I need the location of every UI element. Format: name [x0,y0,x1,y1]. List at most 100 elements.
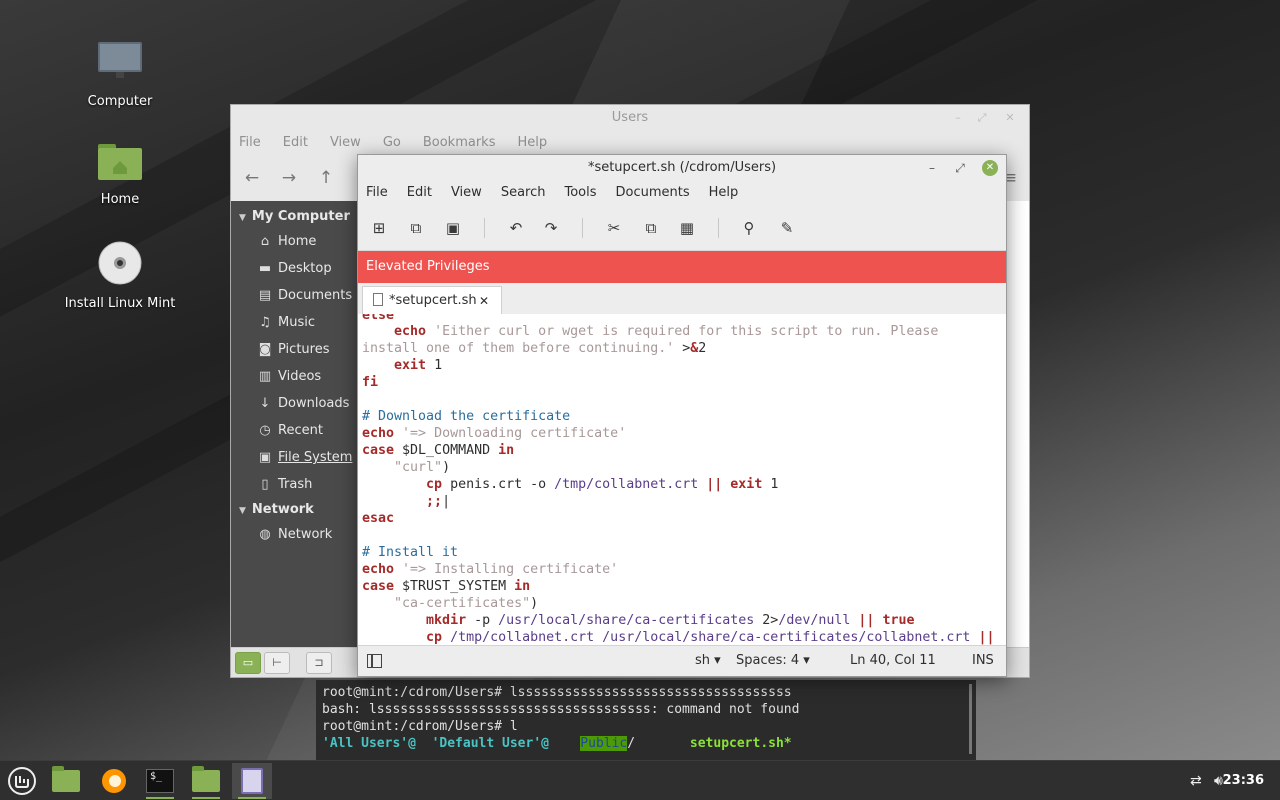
places-toggle-button[interactable]: ▭ [235,652,261,674]
terminal-line: root@mint:/cdrom/Users# lsssssssssssssss… [322,685,792,700]
listing-setupcert: setupcert.sh* [689,736,792,751]
redo-icon[interactable]: ↷ [540,217,562,239]
taskbar: $_ ⇄ 🔊︎ 23:36 [0,760,1280,800]
listing-default-user: 'Default User'@ [431,736,549,751]
terminal-listing: 'All Users'@ 'Default User'@ Public/ set… [322,736,792,751]
tab-close-icon[interactable]: ✕ [479,287,489,315]
code-line: esac [362,511,395,526]
sidebar-item-network[interactable]: ◍ Network [231,521,357,548]
terminal-scrollbar[interactable] [969,684,972,754]
desktop-icon-computer[interactable]: Computer [50,40,190,109]
cut-icon[interactable]: ✂ [603,217,625,239]
close-icon[interactable]: ✕ [1003,111,1017,125]
expand-triangle-icon: ▼ [239,213,246,223]
tab-setupcert[interactable]: *setupcert.sh ✕ [362,286,502,315]
insert-mode[interactable]: INS [972,646,994,676]
code-line: case $DL_COMMAND in [362,443,515,458]
globe-icon: ◍ [259,527,271,542]
sidebar-item-documents[interactable]: ▤ Documents [231,282,357,309]
menu-go[interactable]: Go [383,131,401,155]
sidebar-item-file-system[interactable]: ▣ File System [231,444,357,471]
desktop-icon-home[interactable]: Home [50,142,190,207]
menu-documents[interactable]: Documents [616,181,690,205]
network-icon[interactable]: ⇄ [1190,761,1202,800]
menu-help[interactable]: Help [517,131,547,155]
taskbar-show-desktop[interactable] [46,763,86,799]
taskbar-firefox[interactable] [94,763,134,799]
menu-file[interactable]: File [366,181,388,205]
close-icon[interactable]: ✕ [982,160,998,176]
trash-icon: ▯ [261,477,269,492]
disc-icon [98,241,142,285]
minimize-icon[interactable]: – [924,160,940,176]
up-arrow-icon[interactable]: ↑ [315,167,337,189]
firefox-icon [102,768,126,793]
sidebar-item-music[interactable]: ♫ Music [231,309,357,336]
sidebar-item-trash[interactable]: ▯ Trash [231,471,357,498]
code-line: ;;| [426,494,451,509]
language-selector[interactable]: sh ▾ [695,646,721,676]
taskbar-file-manager[interactable] [186,763,226,799]
search-icon[interactable]: ⚲ [738,217,760,239]
code-line: # Install it [362,545,459,560]
save-icon[interactable]: ▣ [442,217,464,239]
menu-edit[interactable]: Edit [407,181,432,205]
taskbar-text-editor[interactable] [232,763,272,799]
editor-menubar: File Edit View Search Tools Documents He… [358,181,1006,205]
desktop-folder-icon: ▬ [258,261,272,276]
undo-icon[interactable]: ↶ [505,217,527,239]
menu-tools[interactable]: Tools [564,181,596,205]
open-document-icon[interactable]: ⧉ [405,217,427,239]
tree-toggle-button[interactable]: ⊢ [264,652,290,674]
menu-search[interactable]: Search [501,181,546,205]
new-document-icon[interactable]: ⊞ [368,217,390,239]
menu-file[interactable]: File [239,131,261,155]
desktop-icon [52,765,80,792]
file-manager-titlebar[interactable]: Users – ⤢ ✕ [231,105,1029,131]
terminal-window[interactable]: root@mint:/cdrom/Users# lsssssssssssssss… [316,680,976,760]
hide-sidebar-button[interactable]: ⊐ [306,652,332,674]
volume-icon[interactable]: 🔊︎ [1214,761,1223,800]
menu-bookmarks[interactable]: Bookmarks [423,131,496,155]
minimize-icon[interactable]: – [951,111,965,125]
side-panel-icon[interactable] [367,654,382,668]
clock[interactable]: 23:36 [1223,761,1264,800]
paste-icon[interactable]: ▦ [676,217,698,239]
taskbar-terminal[interactable]: $_ [140,763,180,799]
menu-view[interactable]: View [451,181,482,205]
monitor-icon [98,42,142,81]
sidebar-item-home[interactable]: ⌂ Home [231,228,357,255]
sidebar-item-pictures[interactable]: ◙ Pictures [231,336,357,363]
menu-button[interactable] [2,763,42,799]
desktop-icon-label: Install Linux Mint [64,296,176,311]
code-editor[interactable]: else echo 'Either curl or wget is requir… [358,314,1006,646]
code-line: cp /tmp/collabnet.crt /usr/local/share/c… [426,630,995,645]
maximize-icon[interactable]: ⤢ [975,111,989,125]
tab-width-selector[interactable]: Spaces: 4 ▾ [736,646,810,676]
cursor-position: Ln 40, Col 11 [850,653,936,668]
sidebar-section-my-computer[interactable]: ▼ My Computer [231,205,357,228]
code-line: echo '=> Downloading certificate' [362,426,627,441]
desktop-icon-install[interactable]: Install Linux Mint [50,240,190,311]
menu-view[interactable]: View [330,131,361,155]
download-icon: ↓ [259,396,271,411]
sidebar-item-videos[interactable]: ▥ Videos [231,363,357,390]
menu-help[interactable]: Help [709,181,739,205]
menu-edit[interactable]: Edit [283,131,308,155]
sidebar-item-downloads[interactable]: ↓ Downloads [231,390,357,417]
forward-arrow-icon[interactable]: → [278,167,300,189]
sidebar-item-recent[interactable]: ◷ Recent [231,417,357,444]
document-icon: ▤ [258,288,272,303]
back-arrow-icon[interactable]: ← [241,167,263,189]
editor-titlebar[interactable]: *setupcert.sh (/cdrom/Users) – ⤢ ✕ [358,155,1006,181]
code-line: cp penis.crt -o /tmp/collabnet.crt || ex… [426,477,779,492]
sidebar-item-desktop[interactable]: ▬ Desktop [231,255,357,282]
text-editor-window[interactable]: *setupcert.sh (/cdrom/Users) – ⤢ ✕ File … [357,154,1007,677]
terminal-icon: $_ [146,768,174,793]
maximize-icon[interactable]: ⤢ [952,160,968,176]
code-line: case $TRUST_SYSTEM in [362,579,531,594]
search-replace-icon[interactable]: ✎ [776,217,798,239]
copy-icon[interactable]: ⧉ [640,217,662,239]
sidebar-section-network[interactable]: ▼ Network [231,498,357,521]
